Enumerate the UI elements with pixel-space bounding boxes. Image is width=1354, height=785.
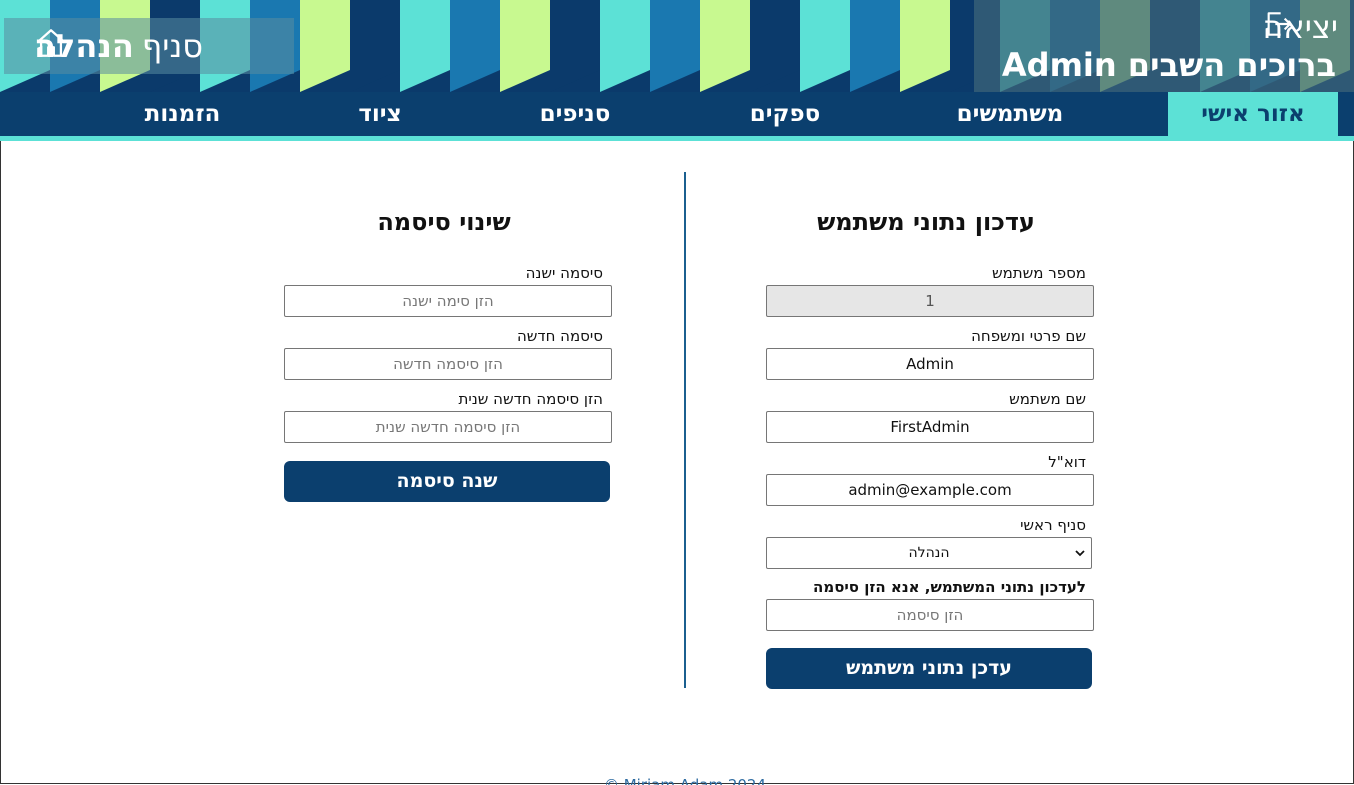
nav-item-equipment[interactable]: ציוד	[330, 92, 430, 136]
change-password-title: שינוי סיסמה	[377, 208, 511, 236]
nav-item-suppliers[interactable]: ספקים	[710, 92, 860, 136]
main-branch-label: סניף ראשי	[1020, 516, 1086, 534]
confirm-password-input[interactable]	[766, 599, 1094, 631]
new-password-input[interactable]	[284, 348, 612, 380]
footer-copyright: © Miriam Adam 2024	[603, 776, 767, 785]
repeat-password-input[interactable]	[284, 411, 612, 443]
old-password-input[interactable]	[284, 285, 612, 317]
main-branch-select[interactable]: הנהלה	[766, 537, 1092, 569]
main-branch-value: הנהלה	[908, 545, 950, 561]
repeat-password-label: הזן סיסמה חדשה שנית	[458, 390, 603, 408]
username-label: שם משתמש	[1009, 390, 1086, 408]
full-name-label: שם פרטי ומשפחה	[971, 327, 1086, 345]
chevron-down-icon	[1075, 550, 1085, 557]
nav-item-users[interactable]: משתמשים	[930, 92, 1090, 136]
main-nav: אזור אישי משתמשים ספקים סניפים ציוד הזמנ…	[0, 92, 1354, 141]
home-icon[interactable]	[34, 26, 68, 60]
header-banner: סניף הנהלה יציאה ברוכים השבים Admin	[0, 0, 1354, 92]
change-password-button[interactable]: שנה סיסמה	[284, 461, 610, 502]
old-password-label: סיסמה ישנה	[525, 264, 603, 282]
logout-icon[interactable]	[1262, 8, 1294, 40]
user-id-label: מספר משתמש	[991, 264, 1086, 282]
nav-item-branches[interactable]: סניפים	[505, 92, 645, 136]
branch-label: סניף	[141, 27, 204, 65]
full-name-input[interactable]	[766, 348, 1094, 380]
email-label: דוא"ל	[1048, 453, 1086, 471]
new-password-label: סיסמה חדשה	[517, 327, 603, 345]
confirm-password-label: לעדכון נתוני המשתמש, אנא הזן סיסמה	[813, 578, 1086, 596]
update-user-button[interactable]: עדכן נתוני משתמש	[766, 648, 1092, 689]
logout-link[interactable]: יציאה	[1262, 8, 1338, 46]
section-divider	[684, 172, 686, 688]
update-user-title: עדכון נתוני משתמש	[817, 208, 1035, 236]
username-input[interactable]	[766, 411, 1094, 443]
branch-box[interactable]: סניף הנהלה	[4, 18, 294, 74]
welcome-text: ברוכים השבים Admin	[1001, 46, 1336, 84]
user-box: יציאה ברוכים השבים Admin	[974, 0, 1354, 92]
email-input[interactable]	[766, 474, 1094, 506]
nav-item-personal-area[interactable]: אזור אישי	[1168, 92, 1338, 136]
user-id-input	[766, 285, 1094, 317]
nav-item-orders[interactable]: הזמנות	[110, 92, 255, 136]
